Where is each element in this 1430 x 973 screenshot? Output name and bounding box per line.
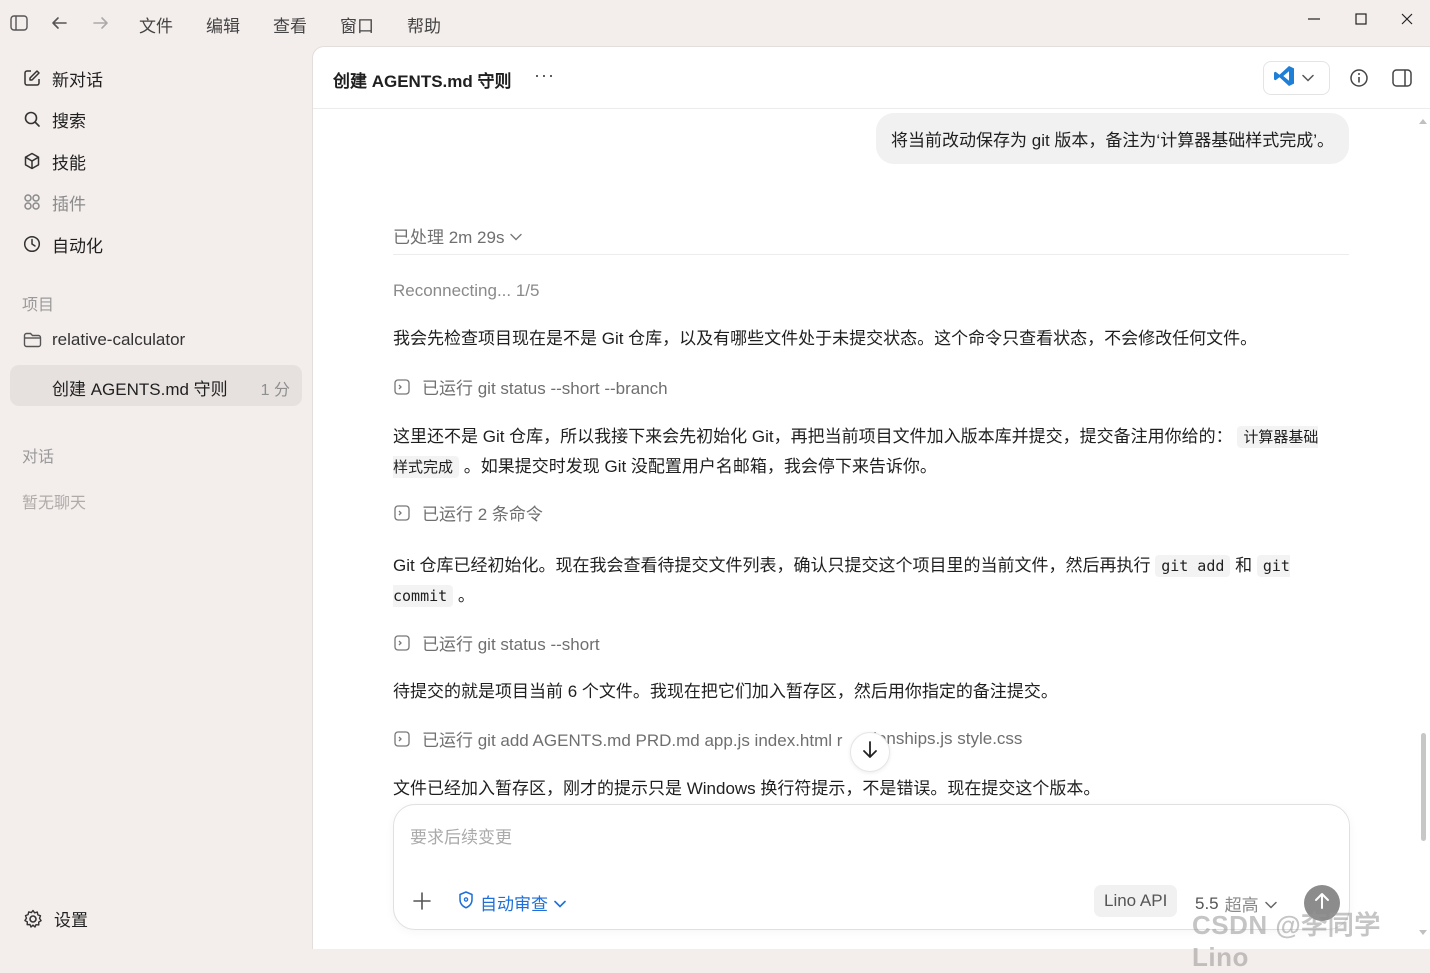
thread-time: 1 分 — [260, 382, 290, 399]
arrow-down-icon — [861, 740, 879, 765]
conversation-title: 创建 AGENTS.md 守则 — [333, 72, 512, 91]
menu-window[interactable]: 窗口 — [340, 12, 374, 37]
command-run-item[interactable]: 已运行 git add AGENTS.md PRD.md app.js inde… — [393, 726, 1022, 751]
assistant-paragraph: Git 仓库已经初始化。现在我会查看待提交文件列表，确认只提交这个项目里的当前文… — [393, 551, 1333, 611]
menu-view[interactable]: 查看 — [273, 12, 307, 37]
terminal-icon — [393, 730, 411, 748]
terminal-icon — [393, 504, 411, 522]
paragraph-text: Git 仓库已经初始化。现在我会查看待提交文件列表，确认只提交这个项目里的当前文… — [393, 556, 1151, 575]
menu-edit[interactable]: 编辑 — [206, 12, 240, 37]
chevron-down-icon — [510, 226, 523, 246]
paragraph-text: 。 — [457, 586, 475, 605]
command-run-label: 已运行 git status --short --branch — [422, 379, 668, 398]
command-run-item[interactable]: 已运行 git status --short — [393, 630, 600, 655]
conversation-header: 创建 AGENTS.md 守则 ··· — [313, 47, 1430, 109]
terminal-icon — [393, 634, 411, 652]
back-arrow-icon[interactable] — [49, 13, 69, 33]
project-item[interactable]: relative-calculator — [22, 330, 185, 350]
watermark: CSDN @李同学Lino — [1192, 910, 1381, 972]
auto-review-label: 自动审查 — [480, 895, 548, 914]
reconnecting-status: Reconnecting... 1/5 — [393, 281, 540, 300]
vertical-scrollbar[interactable] — [1417, 117, 1429, 937]
scroll-to-bottom-button[interactable] — [850, 732, 890, 772]
auto-review-dropdown[interactable]: 自动审查 — [458, 890, 566, 915]
forward-arrow-icon[interactable] — [91, 13, 111, 33]
clock-icon — [22, 234, 42, 254]
inline-code: git add — [1155, 555, 1231, 577]
paragraph-text: 这里还不是 Git 仓库，所以我接下来会先初始化 Git，再把当前项目文件加入版… — [393, 427, 1233, 446]
command-run-label: 已运行 git add AGENTS.md PRD.md app.js inde… — [422, 731, 843, 750]
sidebar-item-label: 技能 — [52, 153, 86, 173]
command-run-label: 已运行 2 条命令 — [422, 505, 543, 524]
command-run-item[interactable]: 已运行 2 条命令 — [393, 500, 543, 525]
toggle-panel-icon[interactable] — [1391, 67, 1413, 89]
settings-button[interactable]: 设置 — [22, 906, 88, 931]
user-message-bubble: 将当前改动保存为 git 版本，备注为‘计算器基础样式完成’。 — [876, 113, 1349, 164]
folder-icon — [22, 330, 42, 350]
more-options-button[interactable]: ··· — [534, 65, 555, 86]
project-name: relative-calculator — [52, 330, 186, 349]
assistant-paragraph: 这里还不是 Git 仓库，所以我接下来会先初始化 Git，再把当前项目文件加入版… — [393, 422, 1333, 482]
terminal-icon — [393, 378, 411, 396]
chevron-down-icon — [554, 893, 566, 913]
sidebar-item-label: 搜索 — [52, 111, 86, 131]
open-in-vscode-button[interactable] — [1263, 61, 1330, 95]
sidebar-item-label: 插件 — [52, 194, 86, 214]
api-provider-badge[interactable]: Lino API — [1094, 885, 1178, 917]
assistant-paragraph: 文件已经加入暂存区，刚才的提示只是 Windows 换行符提示，不是错误。现在提… — [393, 779, 1101, 798]
sidebar-item-label: 新对话 — [52, 70, 103, 90]
close-icon[interactable] — [1397, 10, 1417, 28]
new-chat-icon — [22, 68, 42, 88]
vscode-icon — [1272, 64, 1296, 93]
toggle-sidebar-icon[interactable] — [9, 13, 29, 33]
sidebar-item-new-chat[interactable]: 新对话 — [22, 65, 103, 91]
command-run-label: tionships.js style.css — [868, 728, 1023, 748]
thread-title: 创建 AGENTS.md 守则 — [52, 380, 228, 399]
menu-help[interactable]: 帮助 — [407, 12, 441, 37]
sidebar: 新对话 搜索 技能 插件 自动化 项目 relative-calculator … — [0, 46, 312, 949]
assistant-paragraph: 待提交的就是项目当前 6 个文件。我现在把它们加入暂存区，然后用你指定的备注提交… — [393, 682, 1058, 701]
search-icon — [22, 109, 42, 129]
menu-file[interactable]: 文件 — [139, 12, 173, 37]
sidebar-item-plugins[interactable]: 插件 — [22, 189, 86, 215]
divider — [393, 254, 1349, 255]
thread-item-active[interactable]: 创建 AGENTS.md 守则 1 分 — [10, 365, 302, 406]
main-panel: 创建 AGENTS.md 守则 ··· 将当前改动保存为 git 版本，备注为‘… — [312, 46, 1430, 949]
sidebar-item-automation[interactable]: 自动化 — [22, 231, 103, 257]
scroll-up-arrow-icon — [1419, 119, 1427, 124]
settings-label: 设置 — [54, 911, 88, 930]
sidebar-item-label: 自动化 — [52, 236, 103, 256]
assistant-paragraph: 我会先检查项目现在是不是 Git 仓库，以及有哪些文件处于未提交状态。这个命令只… — [393, 329, 1258, 348]
projects-section-label: 项目 — [22, 297, 55, 314]
sidebar-item-search[interactable]: 搜索 — [22, 106, 86, 132]
plugins-icon — [22, 192, 42, 212]
api-provider-label: Lino API — [1104, 891, 1168, 910]
shield-icon — [458, 891, 474, 914]
processed-label: 已处理 2m 29s — [393, 228, 505, 247]
command-run-label: 已运行 git status --short — [422, 635, 600, 654]
paragraph-text: 。如果提交时发现 Git 没配置用户名邮箱，我会停下来告诉你。 — [463, 457, 937, 476]
skills-icon — [22, 151, 42, 171]
empty-chats-text: 暂无聊天 — [22, 495, 87, 512]
scrollbar-thumb[interactable] — [1421, 733, 1426, 841]
gear-icon — [22, 908, 44, 930]
sidebar-item-skills[interactable]: 技能 — [22, 148, 86, 174]
chats-section-label: 对话 — [22, 449, 55, 466]
processed-toggle[interactable]: 已处理 2m 29s — [393, 223, 523, 248]
maximize-icon[interactable] — [1351, 10, 1371, 28]
info-icon[interactable] — [1348, 67, 1370, 89]
paragraph-text: 和 — [1235, 556, 1253, 575]
composer-placeholder[interactable]: 要求后续变更 — [410, 823, 512, 848]
plus-icon — [413, 892, 431, 910]
title-bar: 文件 编辑 查看 窗口 帮助 — [0, 0, 1430, 46]
command-run-item[interactable]: 已运行 git status --short --branch — [393, 374, 668, 399]
add-attachment-button[interactable] — [410, 889, 434, 913]
minimize-icon[interactable] — [1304, 10, 1324, 28]
chevron-down-icon — [1302, 69, 1314, 87]
